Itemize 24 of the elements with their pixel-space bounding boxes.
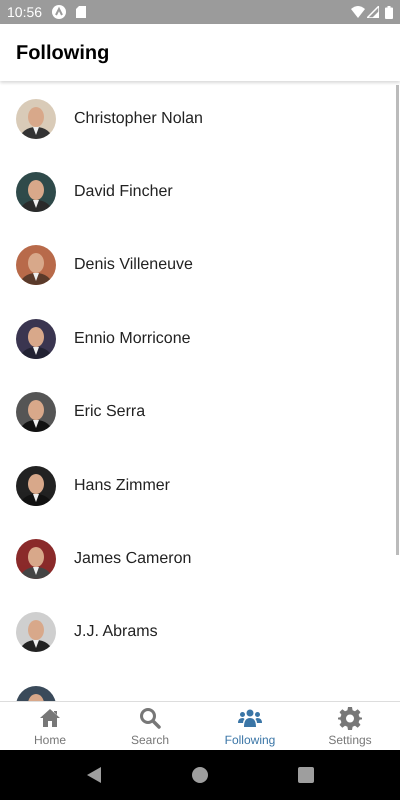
person-name[interactable]: Denis Villeneuve [74,253,193,278]
battery-icon [385,6,393,18]
person-name[interactable]: Hans Zimmer [74,474,170,498]
screen-title: Following [16,40,110,66]
person-name[interactable]: Ennio Morricone [74,326,190,351]
nav-tab[interactable]: Home [0,702,100,750]
home-icon [38,706,62,730]
wifi-icon [351,6,365,18]
person-name[interactable]: Eric Serra [74,400,146,424]
status-time: 10:56 [7,2,42,22]
nav-tab[interactable]: Settings [300,702,400,750]
signal-icon [367,6,379,18]
back-icon[interactable] [86,767,102,783]
person-name[interactable]: Christopher Nolan [74,106,203,131]
person-name[interactable]: J.J. Abrams [74,620,158,644]
notification-icon [52,5,66,19]
home-circle-icon[interactable] [192,767,208,783]
person-name[interactable]: David Fincher [74,180,173,204]
nav-tab[interactable]: Search [100,702,200,750]
settings-icon [338,706,362,730]
person-name[interactable]: James Cameron [74,547,192,572]
nav-tab[interactable]: Following [200,702,300,750]
search-icon [138,706,162,730]
sd-card-icon [76,6,86,18]
